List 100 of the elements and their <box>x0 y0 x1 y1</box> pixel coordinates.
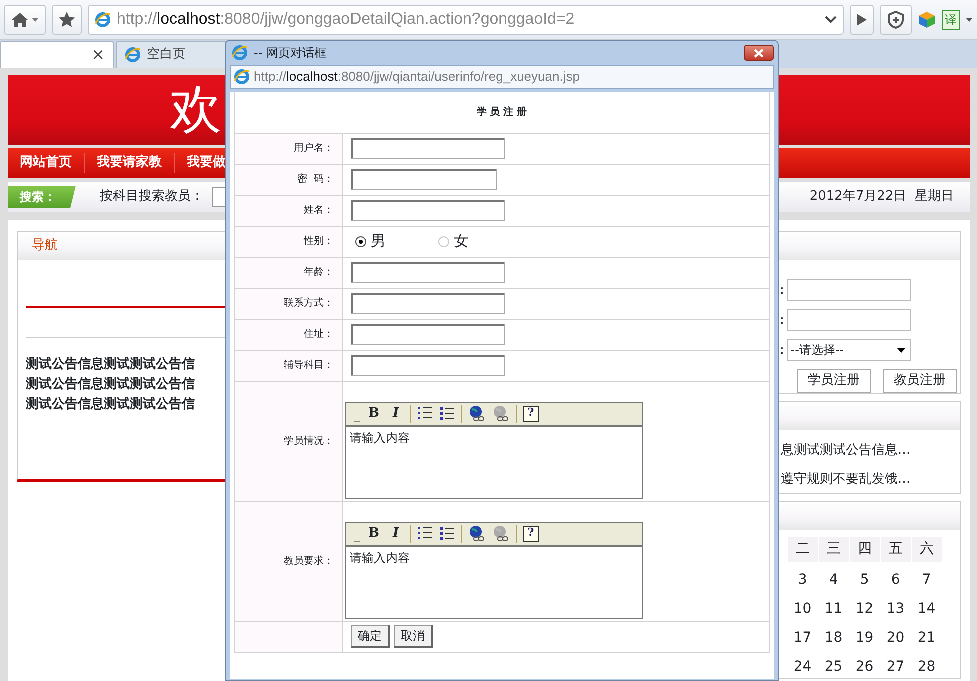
calendar-day[interactable]: 28 <box>912 657 942 678</box>
cube-icon[interactable] <box>918 10 936 28</box>
bullet-list-icon[interactable] <box>439 526 455 542</box>
weekday-header: 四 <box>850 537 880 562</box>
link-icon[interactable] <box>468 404 486 422</box>
weekday-header: 三 <box>818 537 849 562</box>
register-button[interactable]: 教员注册 <box>882 369 957 392</box>
shield-button[interactable] <box>880 4 912 34</box>
calendar-day[interactable]: 6 <box>880 570 911 591</box>
notice-link[interactable]: 息测试测试公告信息… <box>780 441 911 461</box>
calendar-day[interactable]: 24 <box>788 657 818 678</box>
login-field[interactable] <box>786 279 911 301</box>
weekday-header: 二 <box>788 537 818 562</box>
caret-icon <box>32 18 39 22</box>
field-label: 姓名： <box>234 195 342 226</box>
field-label: 学员情况： <box>234 381 342 501</box>
field-label: 住址： <box>234 319 342 350</box>
calendar-day[interactable]: 19 <box>850 628 880 649</box>
radio-icon[interactable] <box>355 236 367 248</box>
close-icon <box>754 48 764 58</box>
field-label: ： <box>776 342 787 359</box>
announcement-text: 测试公告信息测试测试公告信 <box>26 356 195 374</box>
announcement-text: 测试公告信息测试测试公告信 <box>26 376 195 394</box>
form-button[interactable]: 取消 <box>394 625 433 648</box>
calendar-day[interactable]: 12 <box>850 599 880 620</box>
link-icon[interactable] <box>468 524 486 542</box>
input-field[interactable] <box>351 293 505 314</box>
nav-link[interactable]: 我要请家教 <box>85 153 175 173</box>
calendar-day[interactable]: 20 <box>880 628 911 649</box>
page-icon <box>232 45 248 61</box>
field-label: 联系方式： <box>234 288 342 319</box>
field-label: 辅导科目： <box>234 350 342 381</box>
calendar-day[interactable]: 14 <box>912 599 942 620</box>
announcement-text: 测试公告信息测试测试公告信 <box>26 396 195 414</box>
input-field[interactable] <box>351 138 505 159</box>
browser-tab[interactable]: × <box>0 41 114 68</box>
field-label: ： <box>776 282 787 299</box>
address-field[interactable]: http://localhost:8080/jjw/gonggaoDetailQian.action?gonggaoId=2 <box>88 4 844 34</box>
input-field[interactable] <box>351 200 505 221</box>
calendar-day[interactable]: 26 <box>850 657 880 678</box>
help-button[interactable]: ? <box>523 406 539 422</box>
nav-link[interactable]: 网站首页 <box>8 153 85 173</box>
field-label: 用户名： <box>234 133 342 164</box>
form-button[interactable]: 确定 <box>351 625 390 648</box>
page-icon <box>234 69 250 85</box>
bold-button[interactable]: B <box>366 526 382 542</box>
calendar-day[interactable]: 5 <box>850 570 880 591</box>
calendar-day[interactable]: 27 <box>880 657 911 678</box>
field-label: 性别： <box>234 226 342 257</box>
shield-icon <box>887 10 905 28</box>
panel-title: 导航 <box>32 237 58 256</box>
calendar-day[interactable]: 18 <box>818 628 849 649</box>
calendar-day[interactable]: 11 <box>818 599 849 620</box>
bullet-list-icon[interactable] <box>439 406 455 422</box>
calendar-day[interactable]: 17 <box>788 628 818 649</box>
form-heading: 学 员 注 册 <box>234 92 770 133</box>
page-icon <box>125 47 141 63</box>
bold-button[interactable]: B <box>366 406 382 422</box>
calendar-day[interactable]: 7 <box>912 570 942 591</box>
weekday-header: 五 <box>880 537 911 562</box>
role-select[interactable]: --请选择-- <box>786 339 911 361</box>
editor-area[interactable]: 请输入内容 <box>345 426 643 498</box>
calendar-day[interactable]: 10 <box>788 599 818 620</box>
gender-option[interactable]: 女 <box>438 230 469 253</box>
url-text: http://localhost:8080/jjw/gonggaoDetailQian.action?gonggaoId=2 <box>117 10 576 30</box>
field-label: 年龄： <box>234 257 342 288</box>
bookmark-button[interactable] <box>52 4 82 34</box>
field-label: 密 码： <box>234 164 342 195</box>
go-button[interactable] <box>850 4 874 34</box>
home-button[interactable] <box>4 4 46 34</box>
calendar-day[interactable]: 3 <box>788 570 818 591</box>
field-label: 教员要求： <box>234 501 342 621</box>
close-button[interactable] <box>744 45 774 61</box>
chevron-down-icon[interactable] <box>825 16 837 24</box>
editor-area[interactable]: 请输入内容 <box>345 546 643 618</box>
input-field[interactable] <box>351 324 505 345</box>
translate-button[interactable]: 译 <box>942 10 960 30</box>
search-tag: 搜索： <box>8 186 76 208</box>
help-button[interactable]: ? <box>523 526 539 542</box>
numbered-list-icon[interactable] <box>417 526 433 542</box>
register-button[interactable]: 学员注册 <box>796 369 871 392</box>
login-field[interactable] <box>786 309 911 331</box>
dialog-title: -- 网页对话框 <box>254 45 326 62</box>
italic-button[interactable]: I <box>388 406 404 422</box>
numbered-list-icon[interactable] <box>417 406 433 422</box>
calendar-day[interactable]: 13 <box>880 599 911 620</box>
notice-link[interactable]: 遵守规则不要乱发饿… <box>780 470 911 490</box>
calendar-day[interactable]: 21 <box>912 628 942 649</box>
close-tab-button[interactable]: × <box>92 43 105 67</box>
italic-button[interactable]: I <box>388 526 404 542</box>
input-field[interactable] <box>351 355 505 376</box>
caret-icon[interactable] <box>966 18 973 22</box>
calendar-day[interactable]: 4 <box>818 570 849 591</box>
input-field[interactable] <box>351 262 505 283</box>
weekday-header: 六 <box>912 537 942 562</box>
gender-option[interactable]: 男 <box>355 230 386 253</box>
date-text: 2012年7月22日 星期日 <box>810 188 954 206</box>
calendar-day[interactable]: 25 <box>818 657 849 678</box>
password-field[interactable] <box>351 169 497 190</box>
caret-icon <box>896 348 906 352</box>
